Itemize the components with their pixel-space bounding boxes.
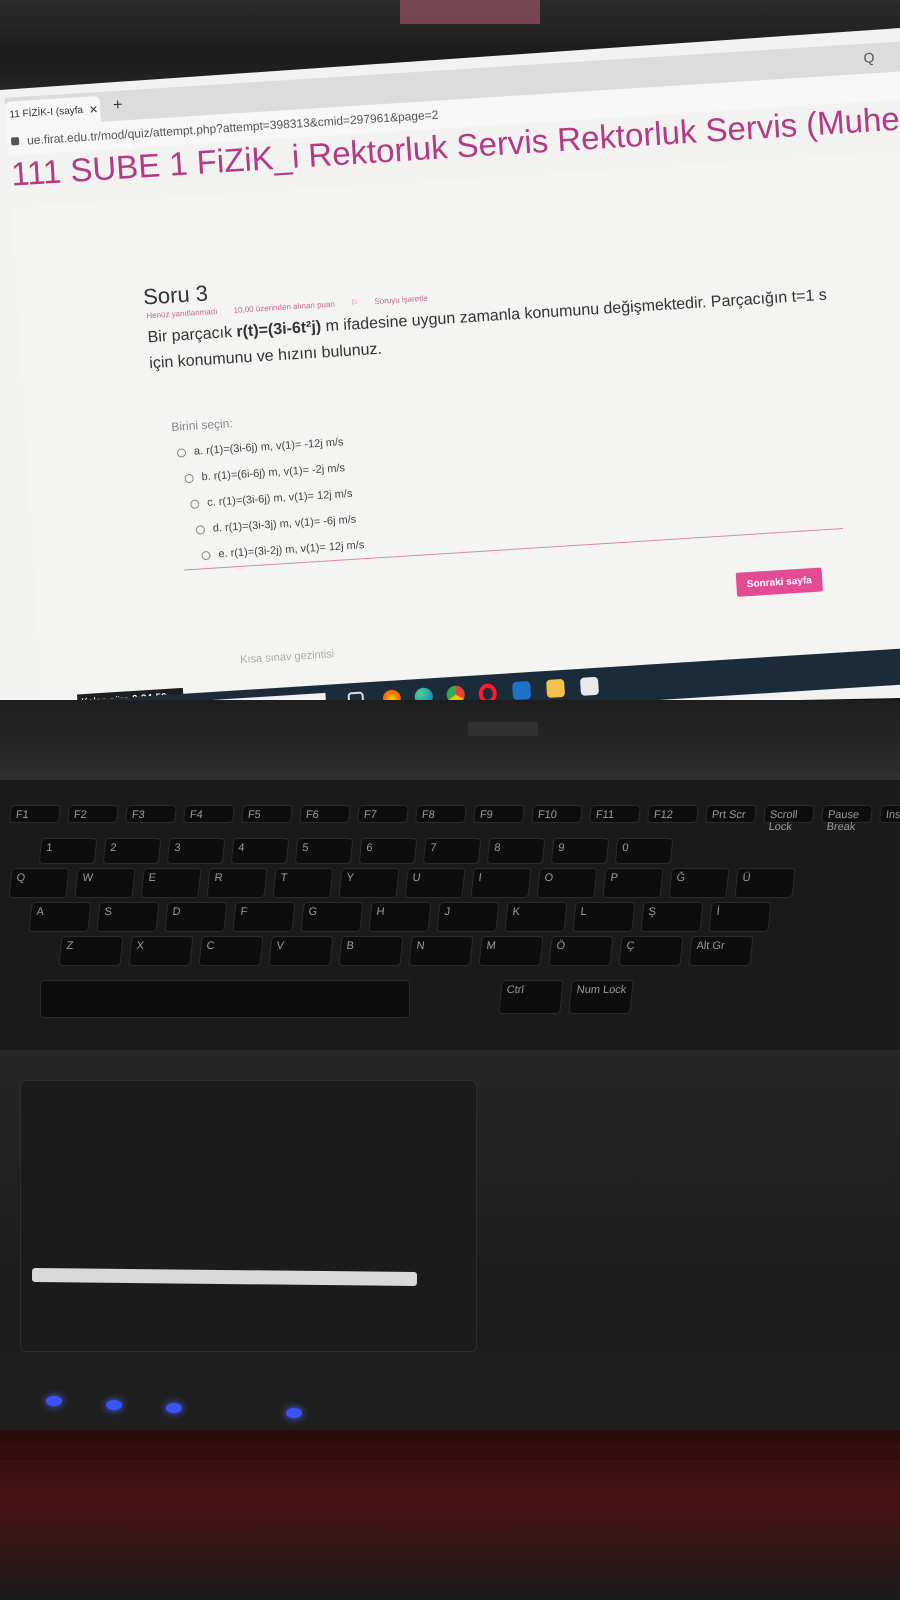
screen-bezel [0, 700, 900, 790]
keyboard-key[interactable]: 4 [230, 838, 290, 864]
question-formula: r(t)=(3i-6t²j) [235, 318, 322, 341]
keyboard-key[interactable]: E [140, 868, 202, 898]
keyboard-key[interactable]: Alt Gr [688, 936, 754, 966]
keyboard-key[interactable]: F2 [67, 805, 119, 823]
keyboard-key[interactable]: 7 [422, 838, 482, 864]
question-title: Soru 3 [142, 280, 209, 310]
radio-button[interactable] [201, 550, 211, 560]
keyboard-key[interactable]: F9 [473, 805, 525, 823]
touchpad[interactable] [20, 1080, 477, 1352]
status-led [166, 1403, 182, 1413]
keyboard: F1 F2 F3 F4 F5 F6 F7 F8 F9 F10 F11 F12 Prt Scr Scroll… [0, 780, 900, 1060]
answer-options: a. r(1)=(3i-6j) m, v(1)= -12j m/s b. r(1… [176, 428, 365, 569]
keyboard-key[interactable]: H [368, 902, 432, 932]
answer-option-label: d. r(1)=(3i-3j) m, v(1)= -6j m/s [212, 513, 357, 535]
keyboard-key[interactable]: U [404, 868, 466, 898]
keyboard-key[interactable]: Ü [734, 868, 796, 898]
radio-button[interactable] [176, 447, 187, 458]
keyboard-key[interactable]: V [268, 936, 334, 966]
keyboard-key[interactable]: T [272, 868, 334, 898]
keyboard-key[interactable]: I [470, 868, 532, 898]
keyboard-key[interactable]: Ctrl [498, 980, 564, 1014]
keyboard-key[interactable]: F7 [357, 805, 409, 823]
status-led [46, 1396, 62, 1406]
keyboard-key[interactable]: 5 [294, 838, 354, 864]
close-tab-icon[interactable]: ✕ [89, 103, 99, 117]
answer-option-label: b. r(1)=(6i-6j) m, v(1)= -2j m/s [201, 462, 346, 484]
keyboard-key[interactable]: 0 [614, 838, 674, 864]
keyboard-key[interactable]: Pause Break [821, 805, 873, 833]
radio-button[interactable] [189, 498, 200, 509]
keyboard-key[interactable]: P [602, 868, 664, 898]
keyboard-key[interactable]: B [338, 936, 404, 966]
keyboard-key[interactable]: Y [338, 868, 400, 898]
answer-option-label: c. r(1)=(3i-6j) m, v(1)= 12j m/s [206, 487, 353, 509]
keyboard-key[interactable]: Z [58, 936, 124, 966]
keyboard-key[interactable]: F3 [125, 805, 177, 823]
sticky-note [400, 0, 540, 24]
page-content [11, 149, 900, 716]
keyboard-key[interactable]: Ç [618, 936, 684, 966]
laptop-logo [468, 722, 538, 736]
keyboard-key[interactable]: F6 [299, 805, 351, 823]
keyboard-key[interactable]: L [572, 902, 636, 932]
keyboard-key[interactable]: 6 [358, 838, 418, 864]
keyboard-key[interactable]: 9 [550, 838, 610, 864]
keyboard-key[interactable]: Ğ [668, 868, 730, 898]
search-tabs-icon[interactable]: Q [863, 49, 875, 66]
keyboard-key[interactable]: A [28, 902, 92, 932]
new-tab-button[interactable]: + [113, 96, 123, 115]
radio-button[interactable] [184, 473, 194, 483]
laptop-screen: 11 FİZİK-I (sayfa ✕ + Q ue.firat.edu.tr/… [0, 28, 900, 716]
keyboard-key[interactable]: 3 [166, 838, 226, 864]
keyboard-key[interactable]: R [206, 868, 268, 898]
keyboard-key[interactable]: F8 [415, 805, 467, 823]
keyboard-key[interactable]: X [128, 936, 194, 966]
keyboard-key[interactable]: W [74, 868, 136, 898]
keyboard-key[interactable]: S [96, 902, 160, 932]
keyboard-key[interactable]: F [232, 902, 296, 932]
keyboard-key[interactable]: F4 [183, 805, 235, 823]
space-bar[interactable] [40, 980, 410, 1018]
question-text-before: Bir parçacık [147, 323, 238, 347]
flag-icon: ⚐ [350, 297, 361, 308]
keyboard-key[interactable]: F10 [531, 805, 583, 823]
keyboard-key[interactable]: Num Lock [568, 980, 634, 1014]
tab-title: 11 FİZİK-I (sayfa [9, 104, 84, 121]
keyboard-key[interactable]: M [478, 936, 544, 966]
keyboard-key[interactable]: Ö [548, 936, 614, 966]
keyboard-key[interactable]: F11 [589, 805, 641, 823]
keyboard-key[interactable]: Ş [640, 902, 704, 932]
keyboard-key[interactable]: Scroll Lock [763, 805, 815, 833]
explorer-icon[interactable] [546, 678, 566, 698]
keyboard-key[interactable]: F12 [647, 805, 699, 823]
keyboard-key[interactable]: Q [8, 868, 70, 898]
radio-button[interactable] [195, 524, 206, 535]
keyboard-key[interactable]: F5 [241, 805, 293, 823]
status-led [106, 1400, 122, 1410]
mail-icon[interactable] [512, 681, 532, 701]
keyboard-key[interactable]: O [536, 868, 598, 898]
keyboard-key[interactable]: 2 [102, 838, 162, 864]
answer-option-label: e. r(1)=(3i-2j) m, v(1)= 12j m/s [218, 539, 365, 561]
background-floor [0, 1430, 900, 1600]
browser-window: 11 FİZİK-I (sayfa ✕ + Q ue.firat.edu.tr/… [0, 28, 900, 716]
lock-icon [10, 137, 20, 146]
keyboard-key[interactable]: C [198, 936, 264, 966]
keyboard-key[interactable]: Insert [879, 805, 900, 823]
keyboard-key[interactable]: 8 [486, 838, 546, 864]
keyboard-key[interactable]: D [164, 902, 228, 932]
keyboard-key[interactable]: G [300, 902, 364, 932]
keyboard-key[interactable]: 1 [38, 838, 98, 864]
keyboard-key[interactable]: J [436, 902, 500, 932]
status-led [286, 1408, 302, 1418]
answer-option-label: a. r(1)=(3i-6j) m, v(1)= -12j m/s [193, 436, 344, 458]
keyboard-key[interactable]: Prt Scr [705, 805, 757, 823]
keyboard-key[interactable]: İ [708, 902, 772, 932]
store-icon[interactable] [579, 676, 600, 696]
keyboard-key[interactable]: K [504, 902, 568, 932]
keyboard-key[interactable]: F1 [9, 805, 61, 823]
keyboard-key[interactable]: N [408, 936, 474, 966]
